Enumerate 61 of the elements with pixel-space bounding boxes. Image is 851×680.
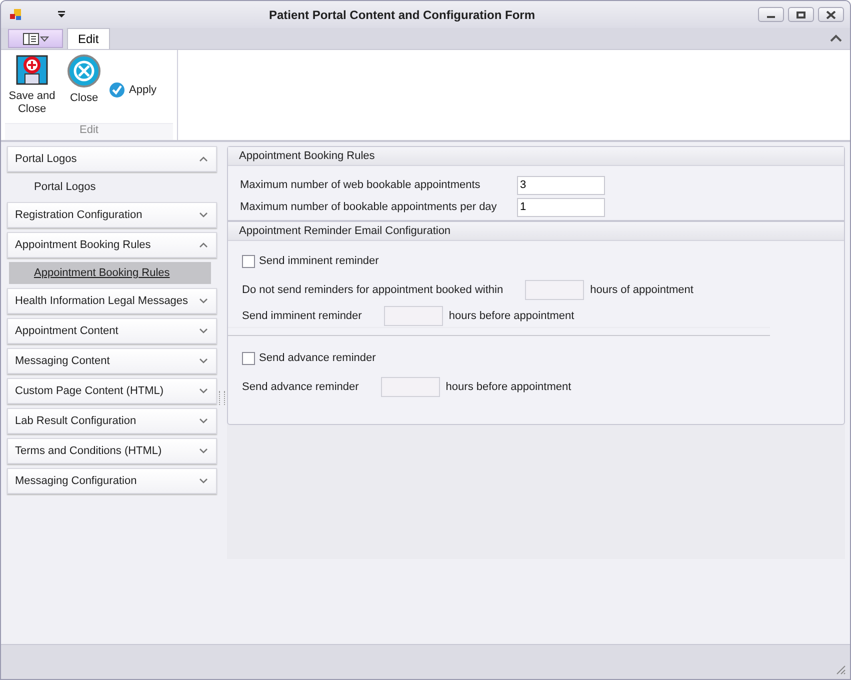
field-suffix: hours of appointment xyxy=(590,284,694,296)
field-label: Maximum number of bookable appointments per day xyxy=(240,201,498,213)
field-label: Send imminent reminder xyxy=(242,310,362,322)
input-field[interactable]: 3 xyxy=(517,176,605,194)
checkbox-label: Send advance reminder xyxy=(259,352,376,364)
nav-item[interactable]: Portal Logos xyxy=(9,176,211,198)
dropdown-arrow-icon[interactable] xyxy=(57,11,66,18)
nav-section-header[interactable]: Portal Logos xyxy=(7,146,217,172)
ribbon-group-label: Edit xyxy=(5,123,173,140)
app-icon[interactable] xyxy=(9,8,23,22)
chevron-down-icon xyxy=(199,478,208,484)
chevron-down-icon xyxy=(199,212,208,218)
nav-section-header[interactable]: Messaging Content xyxy=(7,348,217,374)
chevron-up-icon xyxy=(199,156,208,162)
checkbox[interactable] xyxy=(242,254,255,268)
close-form-button[interactable]: Close xyxy=(65,54,103,105)
field-suffix: hours before appointment xyxy=(448,310,574,322)
panel-menu-icon xyxy=(22,32,48,44)
checkbox[interactable] xyxy=(242,352,255,364)
circle-x-icon xyxy=(67,54,101,88)
checkbox-label: Send imminent reminder xyxy=(259,255,379,267)
input-field[interactable] xyxy=(525,280,584,300)
close-button[interactable] xyxy=(818,7,844,22)
input-field[interactable] xyxy=(380,377,440,397)
maximize-button[interactable] xyxy=(788,7,814,22)
application-menu-button[interactable] xyxy=(8,29,63,48)
close-icon xyxy=(826,10,836,18)
ribbon-tab[interactable]: Edit xyxy=(67,28,110,49)
maximize-icon xyxy=(796,10,806,18)
nav-section-header[interactable]: Lab Result Configuration xyxy=(7,408,217,434)
chevron-down-icon xyxy=(199,328,208,334)
field-label: Maximum number of web bookable appointments xyxy=(240,179,482,191)
save-and-close-button[interactable]: Save and Close xyxy=(5,54,59,116)
field-suffix: hours before appointment xyxy=(446,381,572,393)
nav-section-header[interactable]: Appointment Booking Rules xyxy=(7,232,217,258)
nav-section-header[interactable]: Custom Page Content (HTML) xyxy=(7,378,217,404)
window-title: Patient Portal Content and Configuration Form xyxy=(268,8,536,22)
apply-button[interactable]: Apply xyxy=(109,82,157,98)
chevron-down-icon xyxy=(199,418,208,424)
nav-section-header[interactable]: Terms and Conditions (HTML) xyxy=(7,438,217,464)
chevron-up-icon xyxy=(199,242,208,248)
chevron-down-icon xyxy=(199,298,208,304)
chevron-down-icon xyxy=(199,358,208,364)
nav-section-header[interactable]: Health Information Legal Messages xyxy=(7,288,217,314)
chevron-down-icon xyxy=(199,388,208,394)
nav-item[interactable]: Appointment Booking Rules xyxy=(9,262,211,284)
group-header: Appointment Reminder Email Configuration xyxy=(228,220,844,241)
group-header: Appointment Booking Rules xyxy=(228,147,844,166)
input-field[interactable]: 1 xyxy=(517,198,605,216)
checkmark-icon xyxy=(109,82,125,98)
nav-section-header[interactable]: Registration Configuration xyxy=(7,202,217,228)
input-field[interactable] xyxy=(384,306,443,326)
chevron-down-icon xyxy=(199,448,208,454)
field-label: Do not send reminders for appointment booked within xyxy=(242,284,504,296)
nav-section-header[interactable]: Appointment Content xyxy=(7,318,217,344)
nav-section-header[interactable]: Messaging Configuration xyxy=(7,468,217,494)
minimize-button[interactable] xyxy=(758,7,784,22)
field-label: Send advance reminder xyxy=(242,381,359,393)
resize-grip-icon[interactable] xyxy=(835,664,846,675)
collapse-ribbon-icon[interactable] xyxy=(830,34,842,43)
splitter-handle[interactable] xyxy=(219,391,225,405)
